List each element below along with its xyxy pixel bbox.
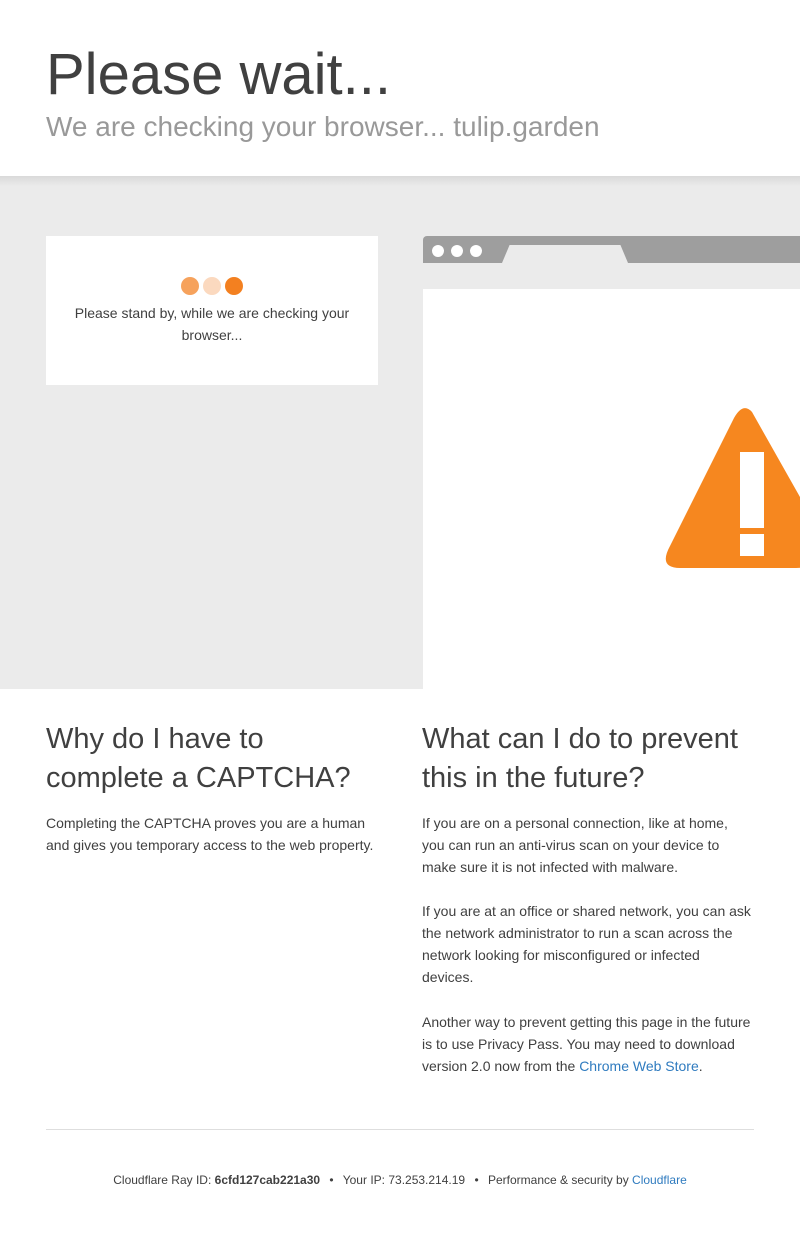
ray-id-label: Cloudflare Ray ID: bbox=[113, 1173, 212, 1187]
browser-dot-icon bbox=[451, 245, 463, 257]
cloudflare-link[interactable]: Cloudflare bbox=[632, 1173, 687, 1187]
why-heading: Why do I have to complete a CAPTCHA? bbox=[46, 723, 351, 794]
loading-dot-1 bbox=[181, 277, 199, 295]
prevent-para-1: If you are on a personal connection, lik… bbox=[422, 815, 728, 875]
loading-dot-2 bbox=[203, 277, 221, 295]
footer-separator: • bbox=[474, 1173, 479, 1187]
browser-illustration-tab bbox=[502, 245, 628, 263]
page-title: Please wait... bbox=[46, 42, 391, 107]
loading-dots bbox=[46, 277, 378, 295]
footer-separator: • bbox=[329, 1173, 334, 1187]
why-body: Completing the CAPTCHA proves you are a … bbox=[46, 815, 374, 853]
page-subtitle: We are checking your browser... tulip.ga… bbox=[46, 111, 600, 142]
prevent-para-2: If you are at an office or shared networ… bbox=[422, 903, 751, 985]
browser-dot-icon bbox=[470, 245, 482, 257]
prevent-heading: What can I do to prevent this in the fut… bbox=[422, 723, 738, 794]
ip-label: Your IP: bbox=[342, 1173, 385, 1187]
ray-id-value: 6cfd127cab221a30 bbox=[214, 1173, 321, 1187]
prevent-para-3-suffix: . bbox=[698, 1058, 703, 1074]
footer: Cloudflare Ray ID: 6cfd127cab221a30 • Yo… bbox=[0, 1170, 800, 1190]
loading-dot-3 bbox=[225, 277, 243, 295]
band-shadow bbox=[0, 176, 800, 186]
prevent-para-3: Another way to prevent getting this page… bbox=[422, 1011, 754, 1077]
warning-icon bbox=[665, 408, 800, 568]
page-header: Please wait... We are checking your brow… bbox=[0, 0, 800, 176]
browser-dot-icon bbox=[432, 245, 444, 257]
performance-label: Performance & security by bbox=[487, 1173, 629, 1187]
chrome-web-store-link[interactable]: Chrome Web Store bbox=[579, 1058, 699, 1074]
ip-value: 73.253.214.19 bbox=[388, 1173, 466, 1187]
standby-card: Please stand by, while we are checking y… bbox=[46, 236, 378, 385]
standby-text: Please stand by, while we are checking y… bbox=[74, 305, 350, 343]
footer-divider bbox=[46, 1129, 754, 1130]
